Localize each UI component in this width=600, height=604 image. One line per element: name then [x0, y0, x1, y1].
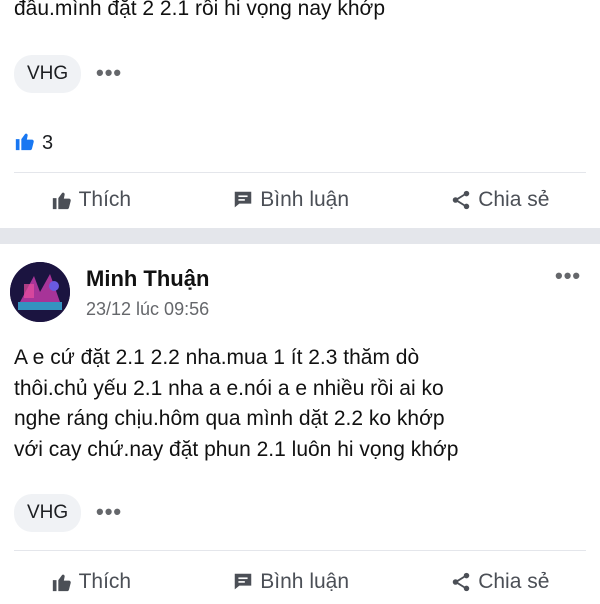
post-timestamp[interactable]: 23/12 lúc 09:56 — [86, 299, 209, 320]
like-count: 3 — [42, 132, 54, 154]
tag-pill-vhg[interactable]: VHG — [14, 55, 82, 93]
like-label: Thích — [78, 570, 132, 593]
divider — [14, 550, 586, 551]
post-line: với cay chứ.nay đặt phun 2.1 luôn hi vọn… — [14, 437, 459, 461]
like-label: Thích — [78, 188, 132, 211]
comment-label: Bình luận — [260, 570, 350, 593]
share-button[interactable]: Chia sẻ — [450, 188, 549, 212]
share-label: Chia sẻ — [478, 570, 550, 593]
comment-label: Bình luận — [260, 188, 350, 211]
like-button[interactable]: Thích — [51, 188, 132, 212]
tag-pill-vhg[interactable]: VHG — [14, 494, 82, 532]
comment-button[interactable]: Bình luận — [232, 188, 349, 212]
post-line: A e cứ đặt 2.1 2.2 nha.mua 1 ít 2.3 thăm… — [14, 346, 420, 369]
avatar[interactable] — [10, 262, 70, 322]
reaction-summary[interactable]: 3 — [14, 130, 53, 157]
thumbs-up-icon — [52, 574, 71, 592]
more-options-icon[interactable]: ••• — [96, 499, 122, 525]
share-icon — [452, 572, 470, 592]
thumbs-up-icon — [52, 192, 71, 210]
like-button[interactable]: Thích — [51, 570, 132, 594]
avatar-image-icon — [10, 262, 70, 322]
share-label: Chia sẻ — [478, 188, 550, 211]
share-icon — [452, 190, 470, 210]
action-bar: Thích Bình luận Chia sẻ — [0, 560, 600, 604]
post-line: thôi.chủ yếu 2.1 nha a e.nói a e nhiều r… — [14, 376, 444, 400]
author-name[interactable]: Minh Thuận — [86, 266, 209, 292]
post-body: A e cứ đặt 2.1 2.2 nha.mua 1 ít 2.3 thăm… — [14, 343, 458, 465]
share-button[interactable]: Chia sẻ — [450, 570, 549, 594]
more-options-icon[interactable]: ••• — [96, 60, 122, 86]
post-separator — [0, 228, 600, 244]
post-text-partial: đầu.mình đặt 2 2.1 rồi hi vọng nay khớp — [14, 0, 386, 20]
comment-icon — [235, 573, 252, 590]
like-reaction-icon — [14, 130, 36, 157]
comment-icon — [235, 191, 252, 208]
comment-button[interactable]: Bình luận — [232, 570, 349, 594]
divider — [14, 172, 586, 173]
post-more-options-icon[interactable]: ••• — [555, 263, 581, 289]
post-line: nghe ráng chịu.hôm qua mình dặt 2.2 ko k… — [14, 407, 445, 430]
action-bar: Thích Bình luận Chia sẻ — [0, 178, 600, 222]
